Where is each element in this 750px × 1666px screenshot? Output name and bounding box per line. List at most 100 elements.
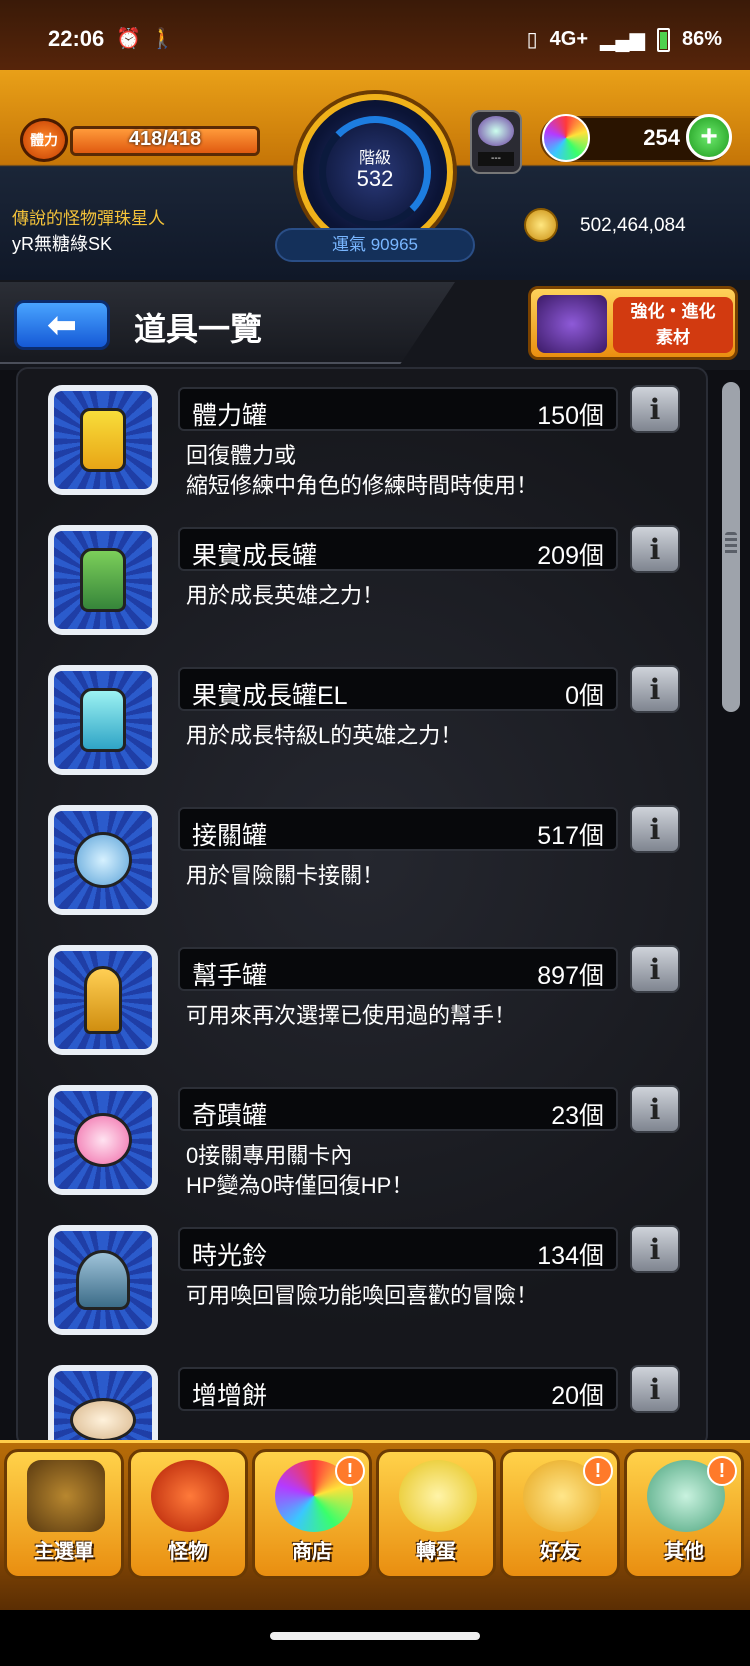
nav-label: 轉蛋 (416, 1541, 456, 1563)
item-description: 可用喚回冒險功能喚回喜歡的冒險！ (186, 1283, 539, 1308)
item-name: 幫手罐 (192, 962, 268, 990)
item-name: 接關罐 (192, 822, 268, 850)
evolution-materials-button[interactable]: 強化・進化 素材 (528, 286, 738, 360)
page-titlebar: ⬅ 道具一覽 強化・進化 素材 (0, 280, 750, 370)
rank-value: 532 (356, 166, 394, 191)
list-item[interactable]: 接關罐 517個 i 用於冒險關卡接關！ (48, 805, 688, 945)
orb-icon (542, 114, 590, 162)
system-nav-bar (0, 1610, 750, 1666)
item-icon-frame (48, 1365, 158, 1445)
item-info-button[interactable]: i (630, 1365, 680, 1413)
item-description: 用於成長英雄之力！ (186, 583, 385, 608)
bell-icon (76, 1250, 130, 1310)
helper-icon (84, 966, 122, 1034)
stamina-vial-icon[interactable]: --- (470, 110, 522, 174)
player-title: 傳說的怪物彈珠星人 (12, 209, 165, 228)
back-arrow-icon: ⬅ (46, 304, 78, 345)
item-count: 209個 (537, 542, 604, 570)
nav-other[interactable]: 其他! (624, 1449, 744, 1579)
item-icon-frame (48, 665, 158, 775)
back-button[interactable]: ⬅ (14, 300, 110, 350)
item-name-bar: 果實成長罐 209個 (178, 527, 618, 571)
bottle-icon (80, 548, 126, 612)
item-icon-frame (48, 1085, 158, 1195)
nav-friend[interactable]: 好友! (500, 1449, 620, 1579)
rank-label: 階級 (358, 150, 391, 167)
rank-badge[interactable]: 階級 532 (297, 94, 453, 250)
notification-badge: ! (583, 1456, 613, 1486)
player-name: yR無糖綠SK (12, 234, 113, 254)
orb-count: 254 (643, 125, 680, 150)
item-info-button[interactable]: i (630, 805, 680, 853)
nav-label: 商店 (292, 1541, 332, 1563)
item-name-bar: 增增餅 20個 (178, 1367, 618, 1411)
item-info-button[interactable]: i (630, 1085, 680, 1133)
item-info-button[interactable]: i (630, 525, 680, 573)
item-count: 897個 (537, 962, 604, 990)
item-count: 0個 (565, 682, 604, 710)
status-bar: 22:06 ⏰ 🚶 ▯ 4G+ ▂▄▆ 86% (0, 0, 750, 80)
list-item[interactable]: 果實成長罐EL 0個 i 用於成長特級L的英雄之力！ (48, 665, 688, 805)
monster-group-icon (537, 295, 607, 353)
nav-label: 好友 (540, 1541, 580, 1563)
monster-icon (151, 1460, 229, 1532)
item-icon-frame (48, 945, 158, 1055)
item-list[interactable]: 體力罐 150個 i 回復體力或 縮短修練中角色的修練時間時使用！ 果實成長罐 209個 i… (16, 367, 708, 1447)
list-item[interactable]: 增增餅 20個 i (48, 1365, 688, 1445)
nav-label: 其他 (664, 1541, 704, 1563)
item-count: 23個 (551, 1102, 604, 1130)
list-item[interactable]: 果實成長罐 209個 i 用於成長英雄之力！ (48, 525, 688, 665)
stamina-meter: 體力 418/418 (20, 118, 260, 162)
item-count: 517個 (537, 822, 604, 850)
nav-shop[interactable]: 商店! (252, 1449, 372, 1579)
item-name-bar: 體力罐 150個 (178, 387, 618, 431)
item-description: 可用來再次選擇已使用過的幫手！ (186, 1003, 517, 1028)
item-icon-frame (48, 385, 158, 495)
nav-label: 主選單 (34, 1541, 94, 1563)
list-item[interactable]: 時光鈴 134個 i 可用喚回冒險功能喚回喜歡的冒險！ (48, 1225, 688, 1365)
home-icon (27, 1460, 105, 1532)
item-description: 0接關專用關卡內 HP變為0時僅回復HP！ (186, 1143, 414, 1198)
item-name: 果實成長罐 (192, 542, 318, 570)
item-count: 20個 (551, 1382, 604, 1410)
item-name: 體力罐 (192, 402, 268, 430)
item-name-bar: 接關罐 517個 (178, 807, 618, 851)
item-name-bar: 果實成長罐EL 0個 (178, 667, 618, 711)
vibrate-icon: ▯ (526, 29, 538, 51)
item-count: 150個 (537, 402, 604, 430)
home-gesture-bar[interactable] (270, 1632, 480, 1640)
list-item[interactable]: 奇蹟罐 23個 i 0接關專用關卡內 HP變為0時僅回復HP！ (48, 1085, 688, 1225)
item-info-button[interactable]: i (630, 665, 680, 713)
notification-badge: ! (707, 1456, 737, 1486)
nav-egg[interactable]: 轉蛋 (376, 1449, 496, 1579)
jar-icon (74, 832, 132, 888)
gold-count: 502,464,084 (580, 215, 686, 236)
battery-level: 86% (681, 28, 722, 50)
item-description: 回復體力或 縮短修練中角色的修練時間時使用！ (186, 443, 539, 498)
item-icon-frame (48, 1225, 158, 1335)
item-icon-frame (48, 805, 158, 915)
item-info-button[interactable]: i (630, 385, 680, 433)
item-name: 增增餅 (192, 1382, 268, 1410)
walking-icon: 🚶 (150, 28, 175, 50)
nav-monster[interactable]: 怪物 (128, 1449, 248, 1579)
list-item[interactable]: 幫手罐 897個 i 可用來再次選擇已使用過的幫手！ (48, 945, 688, 1085)
bottom-nav: 主選單 怪物 商店! 轉蛋 好友! 其他! (0, 1440, 750, 1610)
stamina-icon: 體力 (20, 118, 68, 162)
alarm-icon: ⏰ (116, 28, 141, 50)
buy-orbs-button[interactable]: + (686, 114, 732, 160)
notification-badge: ! (335, 1456, 365, 1486)
game-header: 體力 418/418 階級 532 --- 254 + 傳說的怪物彈珠星人 yR… (0, 70, 750, 280)
item-info-button[interactable]: i (630, 945, 680, 993)
item-description: 用於成長特級L的英雄之力！ (186, 723, 463, 748)
nav-home[interactable]: 主選單 (4, 1449, 124, 1579)
signal-icon: ▂▄▆ (600, 29, 645, 51)
item-name-bar: 奇蹟罐 23個 (178, 1087, 618, 1131)
miracle-icon (74, 1113, 132, 1167)
list-scrollbar[interactable] (722, 382, 740, 712)
item-name: 時光鈴 (192, 1242, 268, 1270)
list-item[interactable]: 體力罐 150個 i 回復體力或 縮短修練中角色的修練時間時使用！ (48, 385, 688, 525)
mochi-icon (70, 1398, 136, 1442)
item-info-button[interactable]: i (630, 1225, 680, 1273)
evolution-materials-label: 強化・進化 素材 (613, 297, 733, 353)
